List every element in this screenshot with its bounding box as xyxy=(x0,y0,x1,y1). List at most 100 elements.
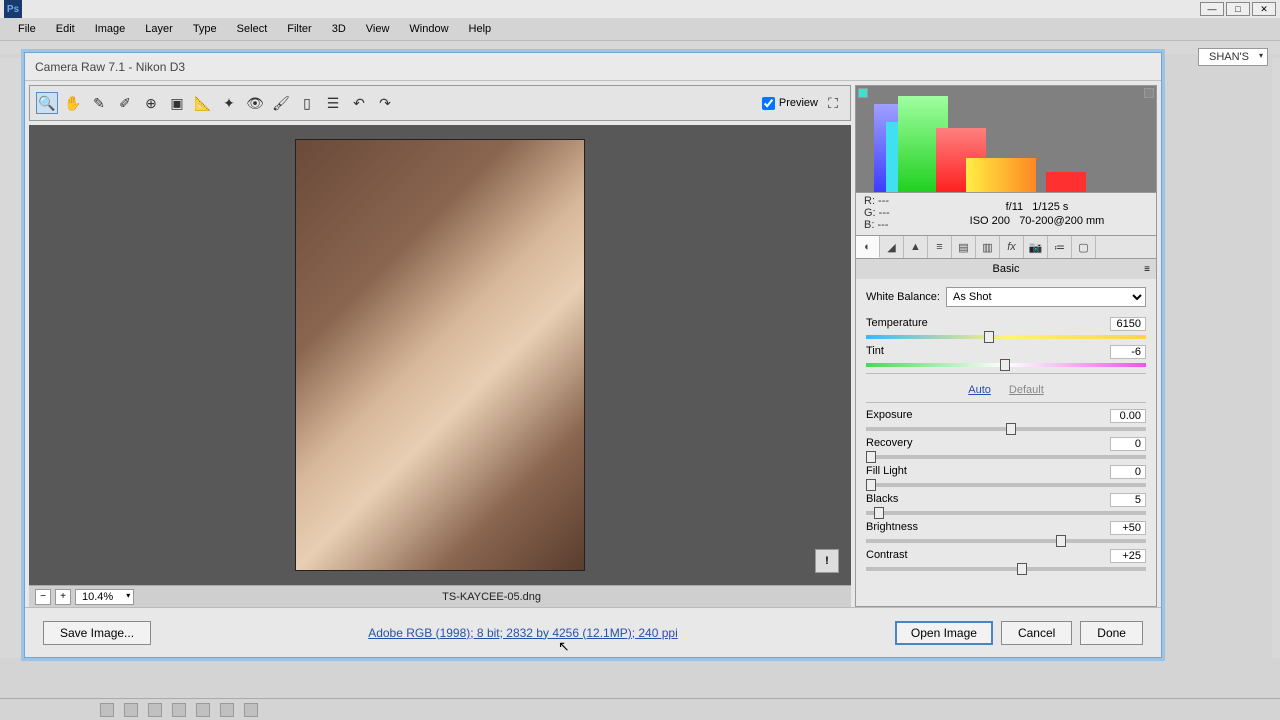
temperature-thumb[interactable] xyxy=(984,331,994,343)
tab-calib[interactable]: 📷 xyxy=(1024,236,1048,258)
straighten-tool-icon[interactable]: 📐 xyxy=(192,92,214,114)
trash-icon[interactable] xyxy=(244,703,258,717)
graduated-filter-icon[interactable]: ▯ xyxy=(296,92,318,114)
histogram[interactable] xyxy=(855,85,1157,193)
close-button[interactable]: ✕ xyxy=(1252,2,1276,16)
menu-file[interactable]: File xyxy=(8,20,46,38)
tint-slider[interactable] xyxy=(866,363,1146,367)
tab-split[interactable]: ▤ xyxy=(952,236,976,258)
brightness-thumb[interactable] xyxy=(1056,535,1066,547)
default-link[interactable]: Default xyxy=(1009,384,1044,396)
color-sampler-icon[interactable]: ✐ xyxy=(114,92,136,114)
maximize-button[interactable]: □ xyxy=(1226,2,1250,16)
workspace-selector[interactable]: SHAN'S xyxy=(1198,48,1268,66)
tint-value[interactable]: -6 xyxy=(1110,345,1146,359)
temperature-value[interactable]: 6150 xyxy=(1110,317,1146,331)
fullscreen-icon[interactable]: ⛶ xyxy=(822,92,844,114)
contrast-slider[interactable] xyxy=(866,567,1146,571)
folder-icon[interactable] xyxy=(196,703,210,717)
save-image-button[interactable]: Save Image... xyxy=(43,621,151,645)
recovery-value[interactable]: 0 xyxy=(1110,437,1146,451)
tab-presets[interactable]: ≔ xyxy=(1048,236,1072,258)
hand-tool-icon[interactable]: ✋ xyxy=(62,92,84,114)
prefs-icon[interactable]: ☰ xyxy=(322,92,344,114)
tab-snapshots[interactable]: ▢ xyxy=(1072,236,1096,258)
zoom-in-button[interactable]: + xyxy=(55,589,71,605)
right-edge xyxy=(1272,58,1280,658)
left-toolbar-collapsed xyxy=(0,58,22,658)
exif-readout: R: --- G: --- B: --- f/11 1/125 s ISO 20… xyxy=(855,193,1157,235)
spot-removal-icon[interactable]: ✦ xyxy=(218,92,240,114)
open-image-button[interactable]: Open Image xyxy=(895,621,993,645)
zoom-percent-dropdown[interactable]: 10.4% xyxy=(75,589,134,605)
rotate-cw-icon[interactable]: ↷ xyxy=(374,92,396,114)
brightness-label: Brightness xyxy=(866,521,918,535)
tint-thumb[interactable] xyxy=(1000,359,1010,371)
recovery-slider[interactable] xyxy=(866,455,1146,459)
targeted-adjust-icon[interactable]: ⊕ xyxy=(140,92,162,114)
exposure-slider[interactable] xyxy=(866,427,1146,431)
brush-tool-icon[interactable]: 🖌 xyxy=(270,92,292,114)
menu-type[interactable]: Type xyxy=(183,20,227,38)
shadow-clip-icon[interactable] xyxy=(858,88,868,98)
menu-image[interactable]: Image xyxy=(85,20,136,38)
crop-tool-icon[interactable]: ▣ xyxy=(166,92,188,114)
exposure-value[interactable]: 0.00 xyxy=(1110,409,1146,423)
dialog-title: Camera Raw 7.1 - Nikon D3 xyxy=(25,53,1161,81)
highlight-clip-icon[interactable] xyxy=(1144,88,1154,98)
mask-icon[interactable] xyxy=(148,703,162,717)
blacks-value[interactable]: 5 xyxy=(1110,493,1146,507)
adjustment-icon[interactable] xyxy=(172,703,186,717)
filllight-slider[interactable] xyxy=(866,483,1146,487)
tab-detail[interactable]: ▲ xyxy=(904,236,928,258)
rotate-ccw-icon[interactable]: ↶ xyxy=(348,92,370,114)
b-readout: B: --- xyxy=(864,219,926,231)
warning-badge-icon[interactable]: ! xyxy=(815,549,839,573)
fx-icon[interactable] xyxy=(124,703,138,717)
link-icon[interactable] xyxy=(100,703,114,717)
menu-select[interactable]: Select xyxy=(227,20,278,38)
done-button[interactable]: Done xyxy=(1080,621,1143,645)
tab-lens[interactable]: ▥ xyxy=(976,236,1000,258)
menu-window[interactable]: Window xyxy=(399,20,458,38)
r-readout: R: --- xyxy=(864,195,926,207)
brightness-slider[interactable] xyxy=(866,539,1146,543)
contrast-value[interactable]: +25 xyxy=(1110,549,1146,563)
menu-filter[interactable]: Filter xyxy=(277,20,321,38)
new-icon[interactable] xyxy=(220,703,234,717)
wb-dropdown[interactable]: As Shot xyxy=(946,287,1146,307)
exposure-thumb[interactable] xyxy=(1006,423,1016,435)
menu-view[interactable]: View xyxy=(356,20,400,38)
menu-layer[interactable]: Layer xyxy=(135,20,183,38)
blacks-thumb[interactable] xyxy=(874,507,884,519)
workflow-options-link[interactable]: Adobe RGB (1998); 8 bit; 2832 by 4256 (1… xyxy=(368,626,678,640)
contrast-thumb[interactable] xyxy=(1017,563,1027,575)
cancel-button[interactable]: Cancel xyxy=(1001,621,1072,645)
tab-fx[interactable]: fx xyxy=(1000,236,1024,258)
camera-raw-toolbar: 🔍 ✋ ✎ ✐ ⊕ ▣ 📐 ✦ 👁 🖌 ▯ ☰ ↶ ↷ Preview ⛶ xyxy=(29,85,851,121)
zoom-tool-icon[interactable]: 🔍 xyxy=(36,92,58,114)
wb-label: White Balance: xyxy=(866,291,940,303)
preview-canvas[interactable]: ! xyxy=(29,125,851,585)
filllight-value[interactable]: 0 xyxy=(1110,465,1146,479)
recovery-thumb[interactable] xyxy=(866,451,876,463)
tab-hsl[interactable]: ≡ xyxy=(928,236,952,258)
white-balance-tool-icon[interactable]: ✎ xyxy=(88,92,110,114)
tab-curve[interactable]: ◢ xyxy=(880,236,904,258)
brightness-value[interactable]: +50 xyxy=(1110,521,1146,535)
menu-help[interactable]: Help xyxy=(459,20,502,38)
auto-link[interactable]: Auto xyxy=(968,384,991,396)
zoom-out-button[interactable]: − xyxy=(35,589,51,605)
dialog-footer: Save Image... Adobe RGB (1998); 8 bit; 2… xyxy=(25,607,1161,657)
minimize-button[interactable]: — xyxy=(1200,2,1224,16)
preview-checkbox[interactable] xyxy=(762,97,775,110)
menu-3d[interactable]: 3D xyxy=(322,20,356,38)
red-eye-icon[interactable]: 👁 xyxy=(244,92,266,114)
tab-basic[interactable]: ◐ xyxy=(856,236,880,258)
menu-bar: FileEditImageLayerTypeSelectFilter3DView… xyxy=(0,18,1280,40)
blacks-slider[interactable] xyxy=(866,511,1146,515)
menu-edit[interactable]: Edit xyxy=(46,20,85,38)
temperature-slider[interactable] xyxy=(866,335,1146,339)
filllight-thumb[interactable] xyxy=(866,479,876,491)
panel-title: Basic xyxy=(855,259,1157,279)
